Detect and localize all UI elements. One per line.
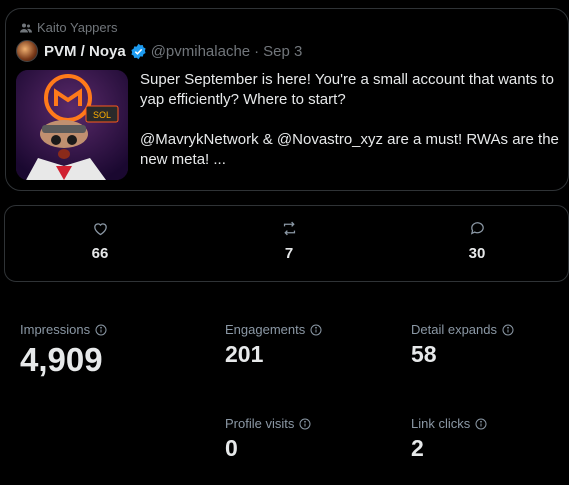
community-label[interactable]: Kaito Yappers <box>20 20 117 35</box>
profile-visits-metric: Profile visits 0 <box>225 416 311 462</box>
engagements-value: 201 <box>225 341 264 367</box>
impressions-metric: Impressions 4,909 <box>20 322 107 379</box>
heart-icon <box>93 223 107 236</box>
link-clicks-value: 2 <box>411 435 424 461</box>
link-clicks-label: Link clicks <box>411 416 471 431</box>
detail-expands-label: Detail expands <box>411 322 497 337</box>
reply-count: 30 <box>468 245 486 262</box>
author-row: PVM / Noya @pvmihalache · Sep 3 <box>16 40 302 62</box>
tweet-paragraph-1: Super September is here! You're a small … <box>140 71 554 108</box>
reply-button[interactable]: 30 <box>447 220 507 262</box>
tweet-image[interactable]: SOL <box>16 70 128 180</box>
link-clicks-metric: Link clicks 2 <box>411 416 487 462</box>
repost-icon <box>283 221 295 236</box>
repost-button[interactable]: 7 <box>259 220 319 262</box>
tweet-paragraph-2: @MavrykNetwork & @Novastro_xyz are a mus… <box>140 131 559 168</box>
info-icon[interactable] <box>502 324 514 336</box>
info-icon[interactable] <box>475 418 487 430</box>
info-icon[interactable] <box>310 324 322 336</box>
author-handle[interactable]: @pvmihalache <box>151 43 250 60</box>
info-icon[interactable] <box>95 324 107 336</box>
impressions-value: 4,909 <box>20 341 103 378</box>
image-badge-text: SOL <box>93 110 111 120</box>
tweet-image-illustration: SOL <box>16 70 128 180</box>
separator-dot: · <box>254 42 260 60</box>
repost-count: 7 <box>284 245 294 262</box>
tweet-text[interactable]: Super September is here! You're a small … <box>140 70 560 170</box>
tweet-date[interactable]: Sep 3 <box>263 43 302 60</box>
profile-visits-label: Profile visits <box>225 416 295 431</box>
info-icon[interactable] <box>299 418 311 430</box>
like-count: 66 <box>91 245 109 262</box>
engagements-label: Engagements <box>225 322 306 337</box>
author-name[interactable]: PVM / Noya <box>44 43 126 60</box>
profile-visits-value: 0 <box>225 435 238 461</box>
impressions-label: Impressions <box>20 322 91 337</box>
detail-expands-metric: Detail expands 58 <box>411 322 514 368</box>
engagement-card: 66 7 30 <box>4 205 569 282</box>
verified-badge-icon <box>131 43 146 59</box>
people-icon <box>20 23 32 32</box>
engagements-metric: Engagements 201 <box>225 322 322 368</box>
avatar[interactable] <box>16 40 38 62</box>
detail-expands-value: 58 <box>411 341 437 367</box>
reply-icon <box>470 222 484 235</box>
community-name: Kaito Yappers <box>37 20 118 35</box>
like-button[interactable]: 66 <box>70 220 130 262</box>
